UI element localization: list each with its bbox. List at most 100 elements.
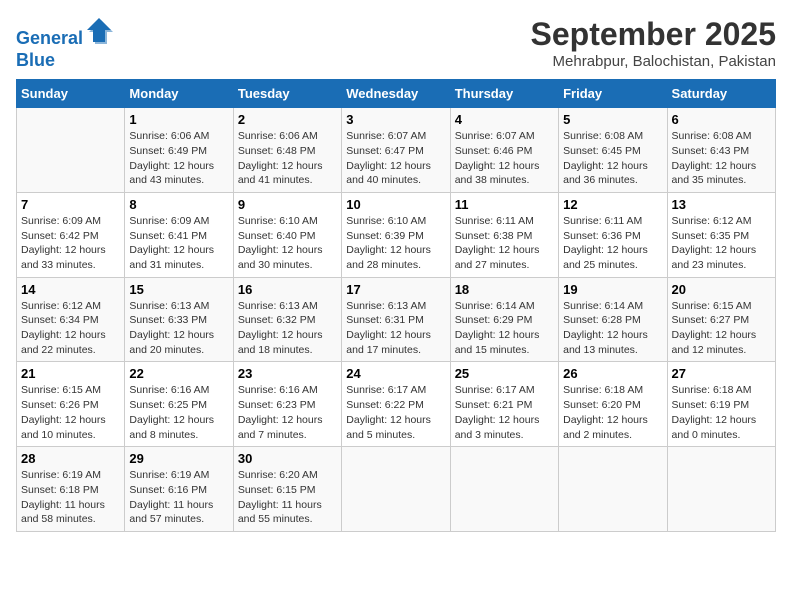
calendar-cell	[667, 447, 775, 532]
calendar-cell: 13 Sunrise: 6:12 AM Sunset: 6:35 PM Dayli…	[667, 192, 775, 277]
day-info: Sunrise: 6:09 AM Sunset: 6:42 PM Dayligh…	[21, 214, 120, 273]
logo-line1: General	[16, 28, 83, 48]
day-number: 7	[21, 197, 120, 212]
day-info: Sunrise: 6:12 AM Sunset: 6:34 PM Dayligh…	[21, 299, 120, 358]
weekday-header: Thursday	[450, 80, 558, 108]
logo-text: General	[16, 16, 113, 50]
day-number: 12	[563, 197, 662, 212]
day-info: Sunrise: 6:19 AM Sunset: 6:18 PM Dayligh…	[21, 468, 120, 527]
day-number: 14	[21, 282, 120, 297]
day-number: 22	[129, 366, 228, 381]
calendar-cell: 3Sunrise: 6:07 AM Sunset: 6:47 PM Daylig…	[342, 108, 450, 193]
day-info: Sunrise: 6:16 AM Sunset: 6:25 PM Dayligh…	[129, 383, 228, 442]
calendar-cell: 29 Sunrise: 6:19 AM Sunset: 6:16 PM Dayli…	[125, 447, 233, 532]
calendar-cell: 2 Sunrise: 6:06 AM Sunset: 6:48 PM Daylig…	[233, 108, 341, 193]
calendar-week-row: 1Sunrise: 6:06 AM Sunset: 6:49 PM Daylig…	[17, 108, 776, 193]
calendar-cell: 9 Sunrise: 6:10 AM Sunset: 6:40 PM Daylig…	[233, 192, 341, 277]
day-number: 27	[672, 366, 771, 381]
day-number: 9	[238, 197, 337, 212]
day-number: 4	[455, 112, 554, 127]
calendar-cell: 7 Sunrise: 6:09 AM Sunset: 6:42 PM Daylig…	[17, 192, 125, 277]
logo-icon	[85, 16, 113, 44]
calendar-cell: 11 Sunrise: 6:11 AM Sunset: 6:38 PM Dayli…	[450, 192, 558, 277]
calendar-cell: 4 Sunrise: 6:07 AM Sunset: 6:46 PM Daylig…	[450, 108, 558, 193]
day-number: 24	[346, 366, 445, 381]
day-number: 13	[672, 197, 771, 212]
location: Mehrabpur, Balochistan, Pakistan	[531, 53, 776, 70]
day-info: Sunrise: 6:15 AM Sunset: 6:27 PM Dayligh…	[672, 299, 771, 358]
weekday-header: Tuesday	[233, 80, 341, 108]
calendar-cell: 15 Sunrise: 6:13 AM Sunset: 6:33 PM Dayli…	[125, 277, 233, 362]
logo-line2: Blue	[16, 50, 113, 72]
calendar-cell: 20 Sunrise: 6:15 AM Sunset: 6:27 PM Dayli…	[667, 277, 775, 362]
day-info: Sunrise: 6:17 AM Sunset: 6:22 PM Dayligh…	[346, 383, 445, 442]
day-number: 15	[129, 282, 228, 297]
calendar-cell: 12Sunrise: 6:11 AM Sunset: 6:36 PM Dayli…	[559, 192, 667, 277]
weekday-header: Sunday	[17, 80, 125, 108]
calendar-cell: 8Sunrise: 6:09 AM Sunset: 6:41 PM Daylig…	[125, 192, 233, 277]
day-number: 17	[346, 282, 445, 297]
day-number: 11	[455, 197, 554, 212]
day-number: 16	[238, 282, 337, 297]
calendar-cell: 23Sunrise: 6:16 AM Sunset: 6:23 PM Dayli…	[233, 362, 341, 447]
day-info: Sunrise: 6:14 AM Sunset: 6:29 PM Dayligh…	[455, 299, 554, 358]
calendar-cell: 16Sunrise: 6:13 AM Sunset: 6:32 PM Dayli…	[233, 277, 341, 362]
logo: General Blue	[16, 16, 113, 71]
title-section: September 2025 Mehrabpur, Balochistan, P…	[531, 16, 776, 70]
calendar-week-row: 21Sunrise: 6:15 AM Sunset: 6:26 PM Dayli…	[17, 362, 776, 447]
day-info: Sunrise: 6:13 AM Sunset: 6:31 PM Dayligh…	[346, 299, 445, 358]
calendar-cell: 26 Sunrise: 6:18 AM Sunset: 6:20 PM Dayli…	[559, 362, 667, 447]
day-info: Sunrise: 6:07 AM Sunset: 6:47 PM Dayligh…	[346, 129, 445, 188]
calendar-cell	[559, 447, 667, 532]
calendar-cell: 21Sunrise: 6:15 AM Sunset: 6:26 PM Dayli…	[17, 362, 125, 447]
calendar-cell	[342, 447, 450, 532]
day-info: Sunrise: 6:08 AM Sunset: 6:43 PM Dayligh…	[672, 129, 771, 188]
calendar-cell: 17 Sunrise: 6:13 AM Sunset: 6:31 PM Dayli…	[342, 277, 450, 362]
day-info: Sunrise: 6:08 AM Sunset: 6:45 PM Dayligh…	[563, 129, 662, 188]
calendar-table: SundayMondayTuesdayWednesdayThursdayFrid…	[16, 79, 776, 532]
calendar-cell: 10 Sunrise: 6:10 AM Sunset: 6:39 PM Dayli…	[342, 192, 450, 277]
calendar-cell	[17, 108, 125, 193]
day-info: Sunrise: 6:19 AM Sunset: 6:16 PM Dayligh…	[129, 468, 228, 527]
day-info: Sunrise: 6:10 AM Sunset: 6:40 PM Dayligh…	[238, 214, 337, 273]
day-info: Sunrise: 6:11 AM Sunset: 6:38 PM Dayligh…	[455, 214, 554, 273]
calendar-cell: 24 Sunrise: 6:17 AM Sunset: 6:22 PM Dayli…	[342, 362, 450, 447]
day-number: 25	[455, 366, 554, 381]
day-number: 30	[238, 451, 337, 466]
day-info: Sunrise: 6:18 AM Sunset: 6:20 PM Dayligh…	[563, 383, 662, 442]
day-number: 5	[563, 112, 662, 127]
day-info: Sunrise: 6:17 AM Sunset: 6:21 PM Dayligh…	[455, 383, 554, 442]
day-number: 18	[455, 282, 554, 297]
day-number: 10	[346, 197, 445, 212]
day-info: Sunrise: 6:20 AM Sunset: 6:15 PM Dayligh…	[238, 468, 337, 527]
day-info: Sunrise: 6:13 AM Sunset: 6:33 PM Dayligh…	[129, 299, 228, 358]
day-info: Sunrise: 6:10 AM Sunset: 6:39 PM Dayligh…	[346, 214, 445, 273]
day-number: 28	[21, 451, 120, 466]
weekday-header: Monday	[125, 80, 233, 108]
calendar-cell: 6 Sunrise: 6:08 AM Sunset: 6:43 PM Daylig…	[667, 108, 775, 193]
day-info: Sunrise: 6:07 AM Sunset: 6:46 PM Dayligh…	[455, 129, 554, 188]
page-header: General Blue September 2025 Mehrabpur, B…	[16, 16, 776, 71]
month-title: September 2025	[531, 16, 776, 53]
day-number: 21	[21, 366, 120, 381]
day-number: 2	[238, 112, 337, 127]
day-info: Sunrise: 6:12 AM Sunset: 6:35 PM Dayligh…	[672, 214, 771, 273]
weekday-header: Saturday	[667, 80, 775, 108]
day-number: 6	[672, 112, 771, 127]
calendar-cell: 14 Sunrise: 6:12 AM Sunset: 6:34 PM Dayli…	[17, 277, 125, 362]
calendar-cell: 22 Sunrise: 6:16 AM Sunset: 6:25 PM Dayli…	[125, 362, 233, 447]
day-info: Sunrise: 6:06 AM Sunset: 6:48 PM Dayligh…	[238, 129, 337, 188]
calendar-week-row: 28 Sunrise: 6:19 AM Sunset: 6:18 PM Dayli…	[17, 447, 776, 532]
calendar-cell: 27Sunrise: 6:18 AM Sunset: 6:19 PM Dayli…	[667, 362, 775, 447]
calendar-header-row: SundayMondayTuesdayWednesdayThursdayFrid…	[17, 80, 776, 108]
calendar-cell: 5 Sunrise: 6:08 AM Sunset: 6:45 PM Daylig…	[559, 108, 667, 193]
calendar-cell: 30 Sunrise: 6:20 AM Sunset: 6:15 PM Dayli…	[233, 447, 341, 532]
day-number: 26	[563, 366, 662, 381]
day-info: Sunrise: 6:06 AM Sunset: 6:49 PM Dayligh…	[129, 129, 228, 188]
day-number: 20	[672, 282, 771, 297]
weekday-header: Friday	[559, 80, 667, 108]
calendar-cell: 28 Sunrise: 6:19 AM Sunset: 6:18 PM Dayli…	[17, 447, 125, 532]
calendar-cell: 1Sunrise: 6:06 AM Sunset: 6:49 PM Daylig…	[125, 108, 233, 193]
day-number: 29	[129, 451, 228, 466]
calendar-week-row: 7 Sunrise: 6:09 AM Sunset: 6:42 PM Daylig…	[17, 192, 776, 277]
